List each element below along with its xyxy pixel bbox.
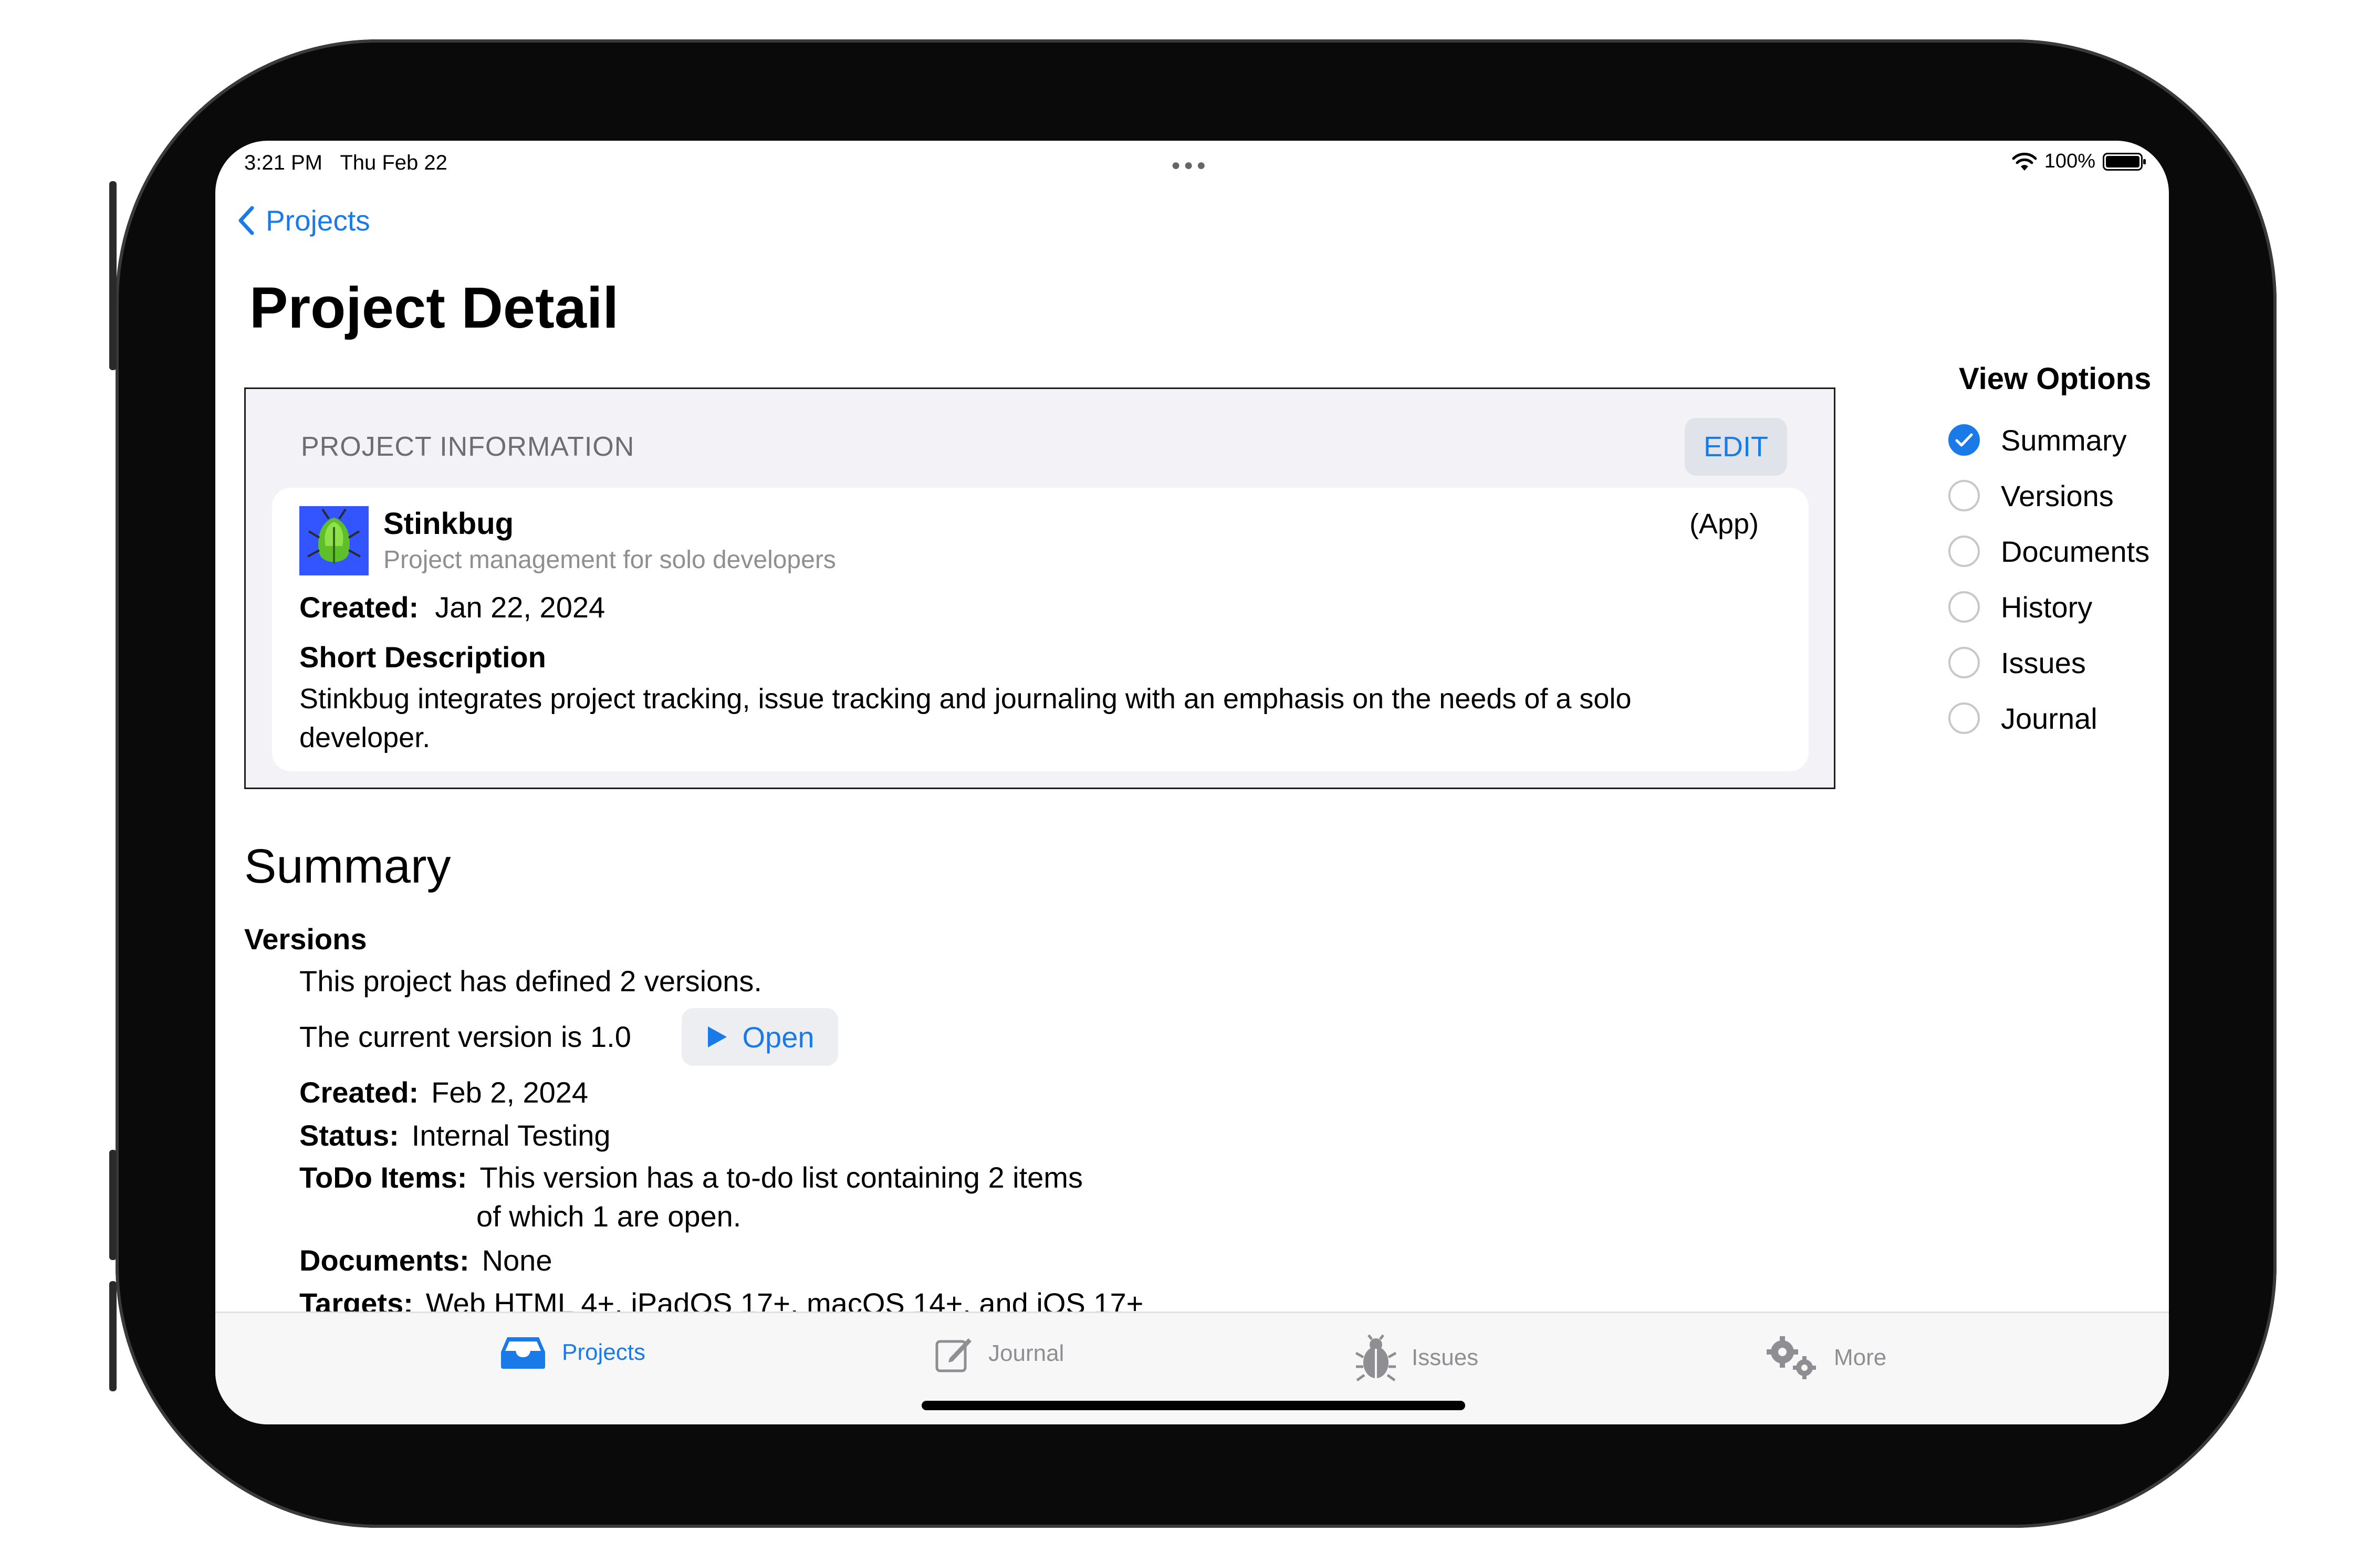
radio-unchecked-icon [1948,536,1980,567]
view-option-summary[interactable]: Summary [1948,412,2151,468]
versions-defined-text: This project has defined 2 versions. [299,964,762,998]
view-option-journal[interactable]: Journal [1948,690,2151,746]
app-icon [299,506,369,575]
radio-unchecked-icon [1948,702,1980,734]
view-option-label: Documents [2001,534,2150,568]
side-button-volume-up [109,1150,117,1260]
radio-unchecked-icon [1948,647,1980,678]
view-option-label: History [2001,590,2093,624]
version-todo: ToDo Items: This version has a to-do list… [299,1160,1083,1194]
tab-more[interactable]: More [1765,1334,1886,1381]
project-card: Stinkbug Project management for solo dev… [272,488,1809,771]
version-todo-line1: This version has a to-do list containing… [479,1161,1083,1194]
version-status-label: Status: [299,1119,399,1152]
short-description-text: Stinkbug integrates project tracking, is… [299,683,1632,753]
ladybug-icon [1355,1334,1397,1381]
stinkbug-icon [299,506,369,575]
version-created: Created: Feb 2, 2024 [299,1075,588,1109]
version-documents-label: Documents: [299,1244,469,1277]
battery-percent: 100% [2044,150,2095,172]
status-time-value: 3:21 PM [244,151,322,174]
gears-icon [1767,1336,1816,1379]
view-option-versions[interactable]: Versions [1948,468,2151,523]
section-label: PROJECT INFORMATION [301,432,635,462]
tab-issues[interactable]: Issues [1355,1334,1478,1381]
project-name: Stinkbug [383,507,514,541]
chevron-left-icon [238,206,254,235]
created-value: Jan 22, 2024 [435,591,606,624]
version-created-value: Feb 2, 2024 [431,1076,589,1109]
tab-label: Issues [1412,1345,1479,1370]
current-version-text: The current version is 1.0 [299,1020,631,1053]
view-option-label: Issues [2001,646,2086,679]
summary-heading: Summary [244,840,451,893]
view-option-documents[interactable]: Documents [1948,523,2151,579]
side-button-volume-down [109,1281,117,1391]
version-documents-value: None [482,1244,552,1277]
project-subtitle: Project management for solo developers [383,546,836,574]
version-status: Status: Internal Testing [299,1118,611,1152]
version-created-label: Created: [299,1076,419,1109]
multitasking-dots-icon[interactable]: ●●● [1171,156,1209,174]
radio-unchecked-icon [1948,591,1980,623]
open-version-button[interactable]: Open [682,1008,838,1066]
version-status-value: Internal Testing [411,1119,611,1152]
version-documents: Documents: None [299,1243,552,1277]
status-time: 3:21 PM Thu Feb 22 [244,151,447,175]
tab-label: Journal [988,1340,1064,1366]
home-indicator[interactable] [922,1401,1465,1410]
view-option-issues[interactable]: Issues [1948,635,2151,690]
status-right: 100% [2012,150,2146,173]
project-type: (App) [1689,508,1759,540]
tray-icon [501,1337,545,1369]
tab-journal[interactable]: Journal [935,1334,1064,1373]
compose-icon [935,1338,972,1372]
view-option-label: Summary [2001,423,2127,457]
play-icon [707,1026,727,1047]
back-label: Projects [266,204,370,237]
tab-label: More [1834,1345,1887,1370]
short-description-label: Short Description [299,641,546,674]
tab-projects[interactable]: Projects [499,1334,645,1371]
view-options-title: View Options [1959,362,2152,396]
versions-label: Versions [244,922,367,956]
view-options-panel: View Options Summary Versions Documents … [1948,361,2151,746]
project-created: Created: Jan 22, 2024 [299,590,605,624]
view-option-label: Journal [2001,701,2097,735]
edit-button[interactable]: EDIT [1685,418,1787,476]
version-todo-label: ToDo Items: [299,1161,467,1194]
battery-icon [2103,152,2146,171]
view-option-history[interactable]: History [1948,579,2151,635]
project-information-box: PROJECT INFORMATION EDIT Stinkbug Projec… [244,387,1835,789]
created-label: Created: [299,591,419,624]
back-button[interactable]: Projects [236,204,370,237]
radio-checked-icon [1948,424,1980,456]
side-button-top [109,181,117,370]
view-option-label: Versions [2001,479,2114,512]
screen: 3:21 PM Thu Feb 22 ●●● 100% Projects Pro… [215,141,2169,1424]
status-date-value: Thu Feb 22 [340,151,447,174]
page-title: Project Detail [249,276,619,340]
radio-unchecked-icon [1948,480,1980,511]
tab-label: Projects [562,1339,645,1365]
wifi-icon [2012,152,2037,171]
open-label: Open [742,1020,815,1054]
version-todo-line2: of which 1 are open. [476,1200,742,1233]
status-bar: 3:21 PM Thu Feb 22 ●●● 100% [215,141,2169,188]
